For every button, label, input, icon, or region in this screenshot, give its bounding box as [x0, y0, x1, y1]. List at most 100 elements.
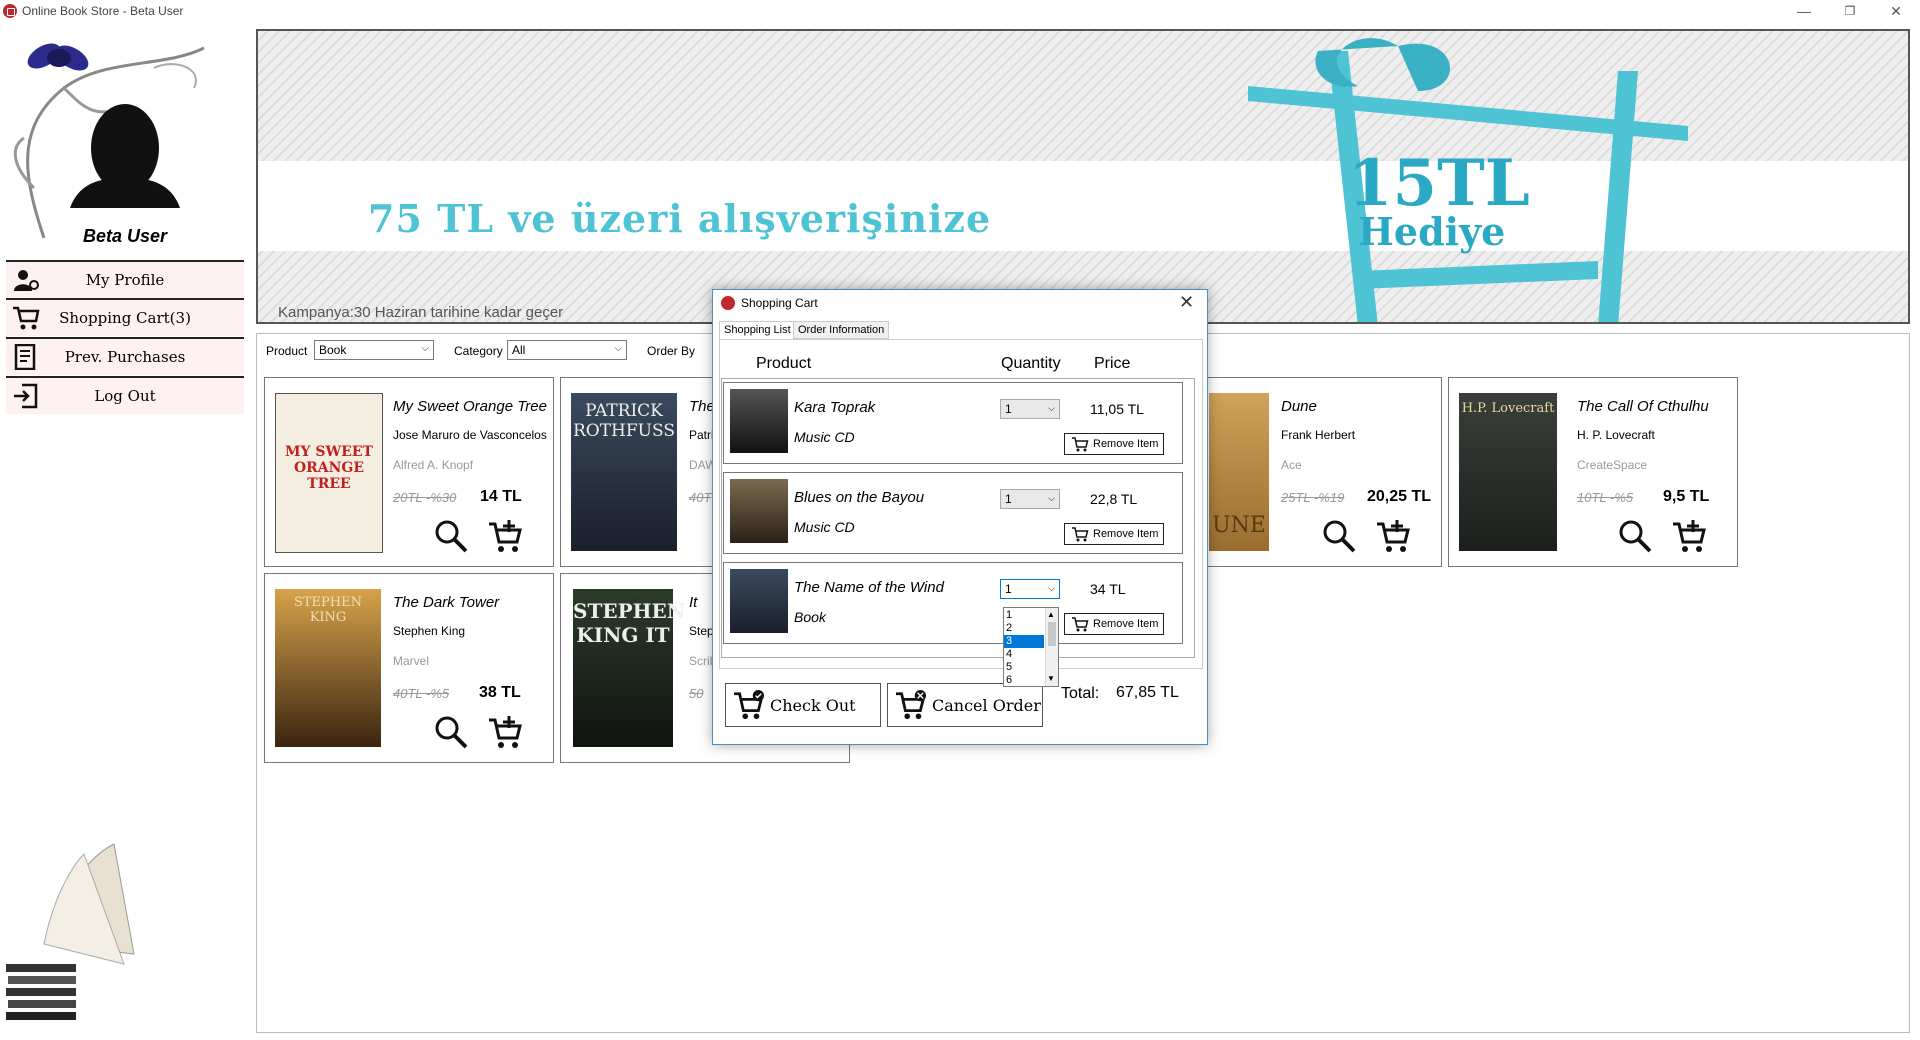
category-value: All: [512, 343, 526, 357]
minimize-button[interactable]: —: [1784, 2, 1824, 20]
item-type: Music CD: [794, 519, 855, 535]
item-type: Music CD: [794, 429, 855, 445]
window-title: Online Book Store - Beta User: [22, 4, 184, 18]
cart-cancel-icon: [896, 690, 926, 720]
product-card[interactable]: MY SWEET ORANGE TREE My Sweet Orange Tre…: [264, 377, 554, 567]
product-price: 9,5 TL: [1663, 488, 1710, 505]
magnifier-icon[interactable]: [1617, 518, 1653, 554]
product-card[interactable]: H.P. Lovecraft The Call Of Cthulhu H. P.…: [1448, 377, 1738, 567]
product-old-price: 40T: [689, 490, 712, 505]
quantity-option-selected[interactable]: 3: [1004, 635, 1044, 648]
tab-shopping-list[interactable]: Shopping List: [719, 321, 796, 339]
item-price: 34 TL: [1090, 581, 1126, 597]
title-bar: Online Book Store - Beta User — ❐ ✕: [0, 0, 1920, 22]
scrollbar-thumb[interactable]: [1048, 622, 1056, 646]
item-type: Book: [794, 609, 826, 625]
sidebar-item-label: Log Out: [94, 387, 156, 405]
product-old-price: 20TL -%30: [393, 490, 457, 505]
chevron-down-icon: ⌵: [614, 343, 622, 354]
sidebar-item-prev-purchases[interactable]: Prev. Purchases: [6, 337, 244, 375]
dropdown-scrollbar[interactable]: ▲ ▼: [1045, 608, 1058, 686]
quantity-select[interactable]: 1 ⌵: [1000, 489, 1060, 509]
category-select[interactable]: All ⌵: [507, 340, 627, 360]
item-thumbnail: [730, 479, 788, 543]
remove-cart-icon: [1072, 617, 1089, 632]
chevron-down-icon: ⌵: [1048, 583, 1055, 593]
product-title: My Sweet Orange Tree: [393, 398, 547, 415]
sidebar: Beta User My Profile Shopping Cart(3) Pr…: [0, 24, 250, 1040]
product-title: The Dark Tower: [393, 594, 500, 611]
quantity-select[interactable]: 1 ⌵: [1000, 399, 1060, 419]
product-publisher: Marvel: [393, 654, 430, 668]
product-title: It: [689, 594, 698, 611]
quantity-value: 1: [1005, 402, 1012, 416]
close-icon[interactable]: ✕: [1179, 292, 1194, 313]
remove-item-button[interactable]: Remove Item: [1064, 613, 1164, 635]
promo-banner[interactable]: 75 TL ve üzeri alışverişinize 15TL Hediy…: [256, 29, 1910, 324]
quantity-value: 1: [1005, 582, 1012, 596]
quantity-select[interactable]: 1 ⌵: [1000, 579, 1060, 599]
product-type-select[interactable]: Book ⌵: [314, 340, 434, 360]
quantity-option[interactable]: 2: [1004, 622, 1044, 635]
sidebar-item-my-profile[interactable]: My Profile: [6, 260, 244, 298]
chevron-down-icon: ⌵: [1048, 493, 1055, 503]
product-card[interactable]: PATRICK ROTHFUSS The Patric DAW 40T: [560, 377, 720, 567]
remove-item-button[interactable]: Remove Item: [1064, 433, 1164, 455]
cancel-order-button[interactable]: Cancel Order: [887, 683, 1043, 727]
banner-footnote: Kampanya:30 Haziran tarihine kadar geçer: [278, 304, 564, 321]
restore-button[interactable]: ❐: [1830, 2, 1870, 20]
magnifier-icon[interactable]: [433, 714, 469, 750]
quantity-option[interactable]: 4: [1004, 648, 1044, 661]
product-title: Dune: [1281, 398, 1317, 415]
tab-order-information[interactable]: Order Information: [793, 321, 890, 339]
product-card[interactable]: STEPHEN KING The Dark Tower Stephen King…: [264, 573, 554, 763]
check-out-button[interactable]: Check Out: [725, 683, 881, 727]
quantity-option[interactable]: 1: [1004, 609, 1044, 622]
banner-headline: 75 TL ve üzeri alışverişinize: [368, 196, 992, 241]
close-window-button[interactable]: ✕: [1876, 2, 1916, 20]
cart-item-row: Kara Toprak Music CD 1 ⌵ 11,05 TL Remove …: [723, 382, 1183, 464]
scroll-down-icon[interactable]: ▼: [1047, 674, 1055, 683]
remove-cart-icon: [1072, 527, 1089, 542]
quantity-option[interactable]: 6: [1004, 674, 1044, 687]
user-name: Beta User: [82, 226, 168, 246]
add-to-cart-icon[interactable]: [487, 518, 523, 554]
avatar: [70, 104, 180, 208]
column-header-price: Price: [1094, 355, 1131, 372]
magnifier-icon[interactable]: [433, 518, 469, 554]
product-author: H. P. Lovecraft: [1577, 428, 1655, 442]
product-filter-label: Product: [266, 344, 308, 358]
remove-item-label: Remove Item: [1093, 438, 1159, 450]
cancel-order-label: Cancel Order: [932, 696, 1041, 715]
sidebar-item-log-out[interactable]: Log Out: [6, 376, 244, 414]
column-header-product: Product: [756, 355, 812, 372]
banner-gift: Hediye: [1358, 209, 1506, 254]
dialog-title: Shopping Cart: [741, 296, 818, 310]
magnifier-icon[interactable]: [1321, 518, 1357, 554]
add-to-cart-icon[interactable]: [1375, 518, 1411, 554]
product-title: The: [689, 398, 715, 415]
product-price: 14 TL: [480, 488, 522, 505]
quantity-option[interactable]: 5: [1004, 661, 1044, 674]
sidebar-item-shopping-cart[interactable]: Shopping Cart(3): [6, 298, 244, 336]
quantity-dropdown-list[interactable]: 1 2 3 4 5 6 ▲ ▼: [1003, 607, 1059, 687]
product-old-price: 25TL -%19: [1281, 490, 1345, 505]
remove-item-button[interactable]: Remove Item: [1064, 523, 1164, 545]
product-price: 38 TL: [479, 684, 521, 701]
book-cover: UNE: [1209, 393, 1269, 551]
chevron-down-icon: ⌵: [421, 343, 429, 354]
product-price: 20,25 TL: [1367, 488, 1432, 505]
product-old-price: 10TL -%5: [1577, 490, 1634, 505]
book-cover: H.P. Lovecraft: [1459, 393, 1557, 551]
product-publisher: CreateSpace: [1577, 458, 1648, 472]
product-author: Jose Maruro de Vasconcelos: [393, 428, 547, 442]
add-to-cart-icon[interactable]: [487, 714, 523, 750]
product-author: Frank Herbert: [1281, 428, 1356, 442]
scroll-up-icon[interactable]: ▲: [1047, 610, 1055, 619]
order-by-label: Order By: [647, 344, 696, 358]
product-author: Step: [689, 624, 714, 638]
cover-text: MY SWEET ORANGE TREE: [285, 444, 373, 492]
add-to-cart-icon[interactable]: [1671, 518, 1707, 554]
total-label: Total:: [1061, 685, 1100, 702]
product-type-value: Book: [319, 343, 347, 357]
